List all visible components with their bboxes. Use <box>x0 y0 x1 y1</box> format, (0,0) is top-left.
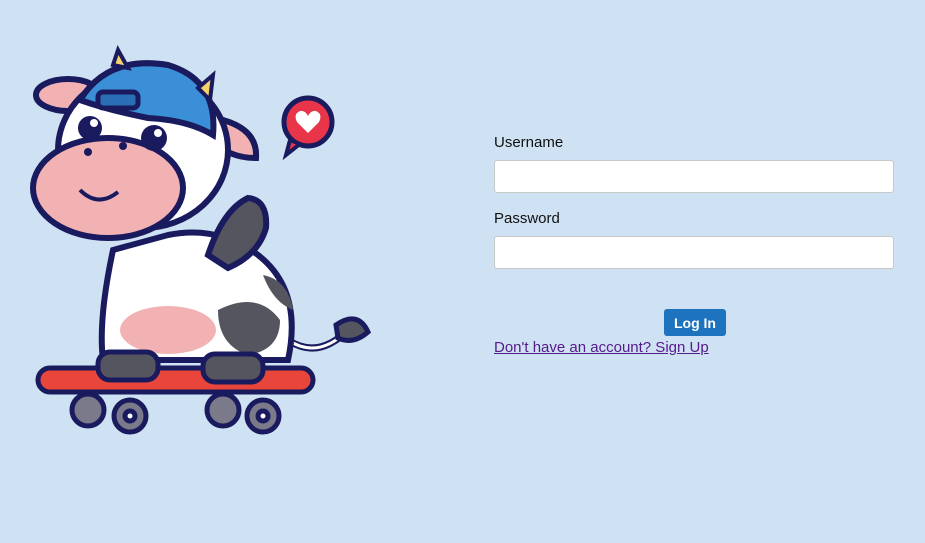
skateboard-deck <box>35 365 316 395</box>
password-input[interactable] <box>494 236 894 269</box>
username-input[interactable] <box>494 160 894 193</box>
cow-eye <box>141 125 167 151</box>
cow-head <box>30 45 260 241</box>
skateboard-wheel <box>69 391 282 435</box>
username-label: Username <box>494 134 564 151</box>
login-button[interactable]: Log In <box>664 309 726 336</box>
cow-skateboard-illustration <box>30 45 372 435</box>
login-form: Username Password Log In Don't have an a… <box>494 134 894 357</box>
password-label: Password <box>494 210 560 227</box>
login-page: Username Password Log In Don't have an a… <box>0 0 925 543</box>
signup-link[interactable]: Don't have an account? Sign Up <box>494 339 709 356</box>
tail-tuft <box>333 316 372 343</box>
cow-eye <box>78 116 102 140</box>
heart-bubble-icon <box>281 95 335 161</box>
